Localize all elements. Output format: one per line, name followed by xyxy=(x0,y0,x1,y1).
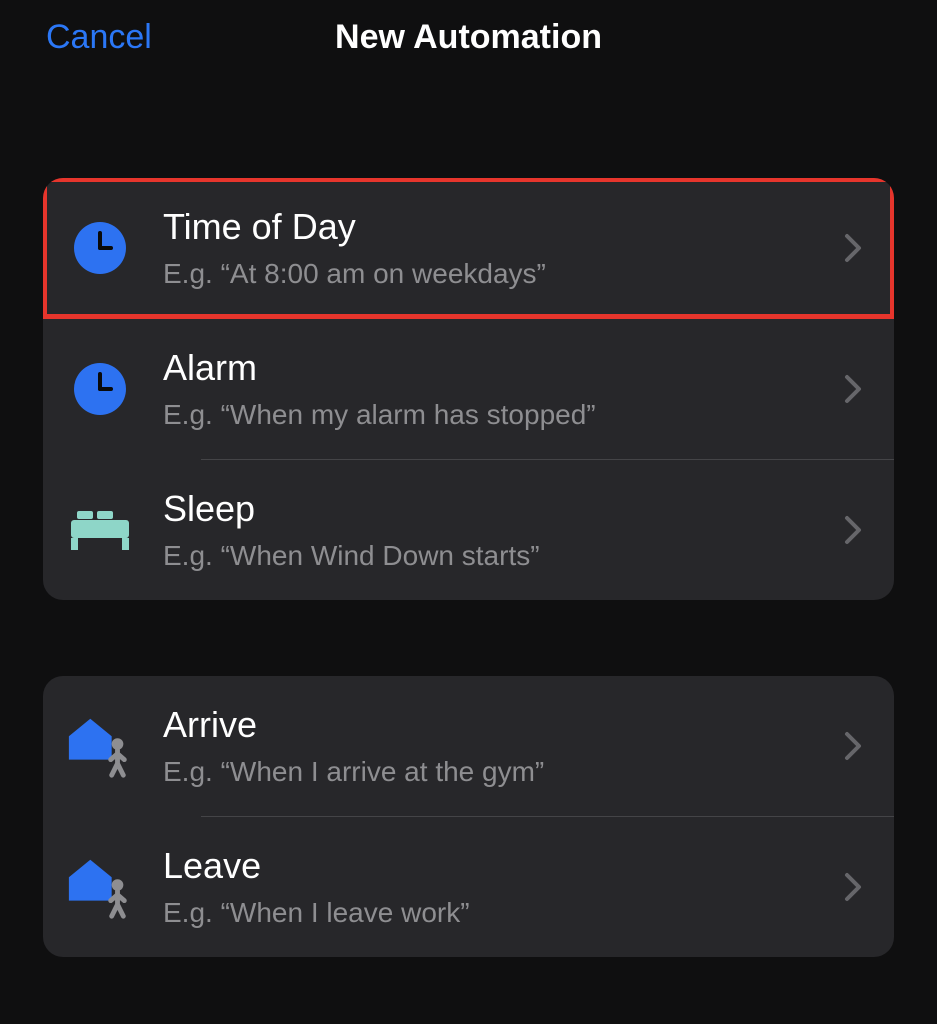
house-person-icon xyxy=(65,714,135,778)
row-text: Leave E.g. “When I leave work” xyxy=(135,845,844,929)
trigger-group-location: Arrive E.g. “When I arrive at the gym” L… xyxy=(43,676,894,957)
trigger-row-alarm[interactable]: Alarm E.g. “When my alarm has stopped” xyxy=(43,319,894,459)
trigger-row-sleep[interactable]: Sleep E.g. “When Wind Down starts” xyxy=(43,460,894,600)
chevron-right-icon xyxy=(844,233,872,263)
trigger-row-time-of-day[interactable]: Time of Day E.g. “At 8:00 am on weekdays… xyxy=(43,178,894,318)
chevron-right-icon xyxy=(844,872,872,902)
house-person-icon xyxy=(65,855,135,919)
row-text: Alarm E.g. “When my alarm has stopped” xyxy=(135,347,844,431)
row-text: Arrive E.g. “When I arrive at the gym” xyxy=(135,704,844,788)
row-title: Arrive xyxy=(163,704,844,746)
row-subtitle: E.g. “When my alarm has stopped” xyxy=(163,399,844,431)
trigger-group-time: Time of Day E.g. “At 8:00 am on weekdays… xyxy=(43,178,894,600)
bed-icon xyxy=(65,508,135,552)
row-subtitle: E.g. “When I leave work” xyxy=(163,897,844,929)
clock-icon xyxy=(65,222,135,274)
cancel-button[interactable]: Cancel xyxy=(46,18,152,57)
clock-icon xyxy=(65,363,135,415)
row-subtitle: E.g. “At 8:00 am on weekdays” xyxy=(163,258,844,290)
content: Time of Day E.g. “At 8:00 am on weekdays… xyxy=(0,73,937,957)
row-title: Time of Day xyxy=(163,206,844,248)
chevron-right-icon xyxy=(844,515,872,545)
row-title: Sleep xyxy=(163,488,844,530)
row-title: Alarm xyxy=(163,347,844,389)
row-subtitle: E.g. “When Wind Down starts” xyxy=(163,540,844,572)
row-text: Time of Day E.g. “At 8:00 am on weekdays… xyxy=(135,206,844,290)
chevron-right-icon xyxy=(844,374,872,404)
trigger-row-leave[interactable]: Leave E.g. “When I leave work” xyxy=(43,817,894,957)
row-title: Leave xyxy=(163,845,844,887)
page-title: New Automation xyxy=(335,18,602,57)
trigger-row-arrive[interactable]: Arrive E.g. “When I arrive at the gym” xyxy=(43,676,894,816)
chevron-right-icon xyxy=(844,731,872,761)
row-text: Sleep E.g. “When Wind Down starts” xyxy=(135,488,844,572)
row-subtitle: E.g. “When I arrive at the gym” xyxy=(163,756,844,788)
nav-bar: Cancel New Automation xyxy=(0,0,937,73)
